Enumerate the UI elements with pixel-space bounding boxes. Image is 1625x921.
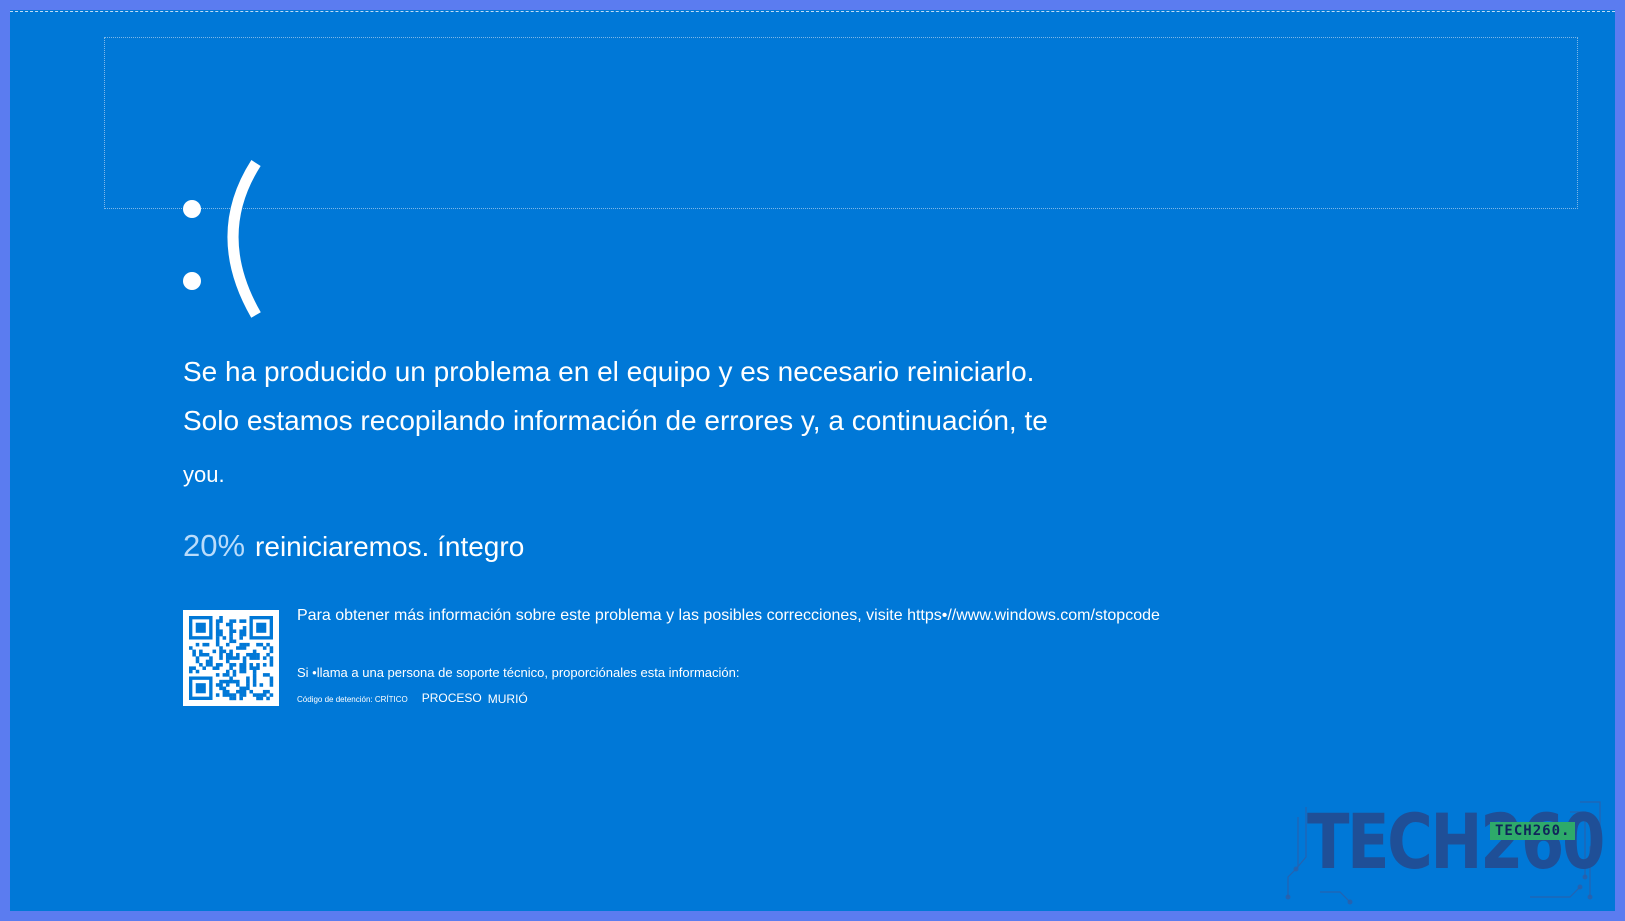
- stop-code-label: Código de detención: CRÍTICO: [297, 695, 408, 704]
- progress-status: 20% reiniciaremos. íntegro: [183, 528, 524, 564]
- watermark-logo-text: TECH260: [1307, 797, 1605, 886]
- selection-box: [104, 37, 1578, 209]
- stop-code-value-part2: MURIÓ: [487, 692, 528, 706]
- sad-face-icon: [170, 155, 290, 325]
- stop-code-line: Código de detención: CRÍTICO PROCESO MURIÓ: [297, 691, 528, 706]
- progress-percent: 20%: [183, 528, 246, 563]
- tech260-watermark: TECH260 TECH260.: [1280, 797, 1610, 911]
- top-divider: [10, 11, 1615, 13]
- error-message-line-1: Se ha producido un problema en el equipo…: [183, 356, 1035, 387]
- bsod-screen: Se ha producido un problema en el equipo…: [10, 10, 1615, 911]
- stopcode-qr-code: [183, 610, 279, 706]
- progress-text: reiniciaremos. íntegro: [255, 531, 525, 562]
- support-info-text: Si •llama a una persona de soporte técni…: [297, 665, 740, 680]
- watermark-badge: TECH260.: [1490, 822, 1576, 840]
- stop-code-value-part1: PROCESO: [421, 691, 482, 705]
- error-message-line-3: you.: [183, 462, 225, 487]
- more-info-text: Para obtener más información sobre este …: [297, 607, 1160, 624]
- error-message-line-2: Solo estamos recopilando información de …: [183, 405, 1048, 436]
